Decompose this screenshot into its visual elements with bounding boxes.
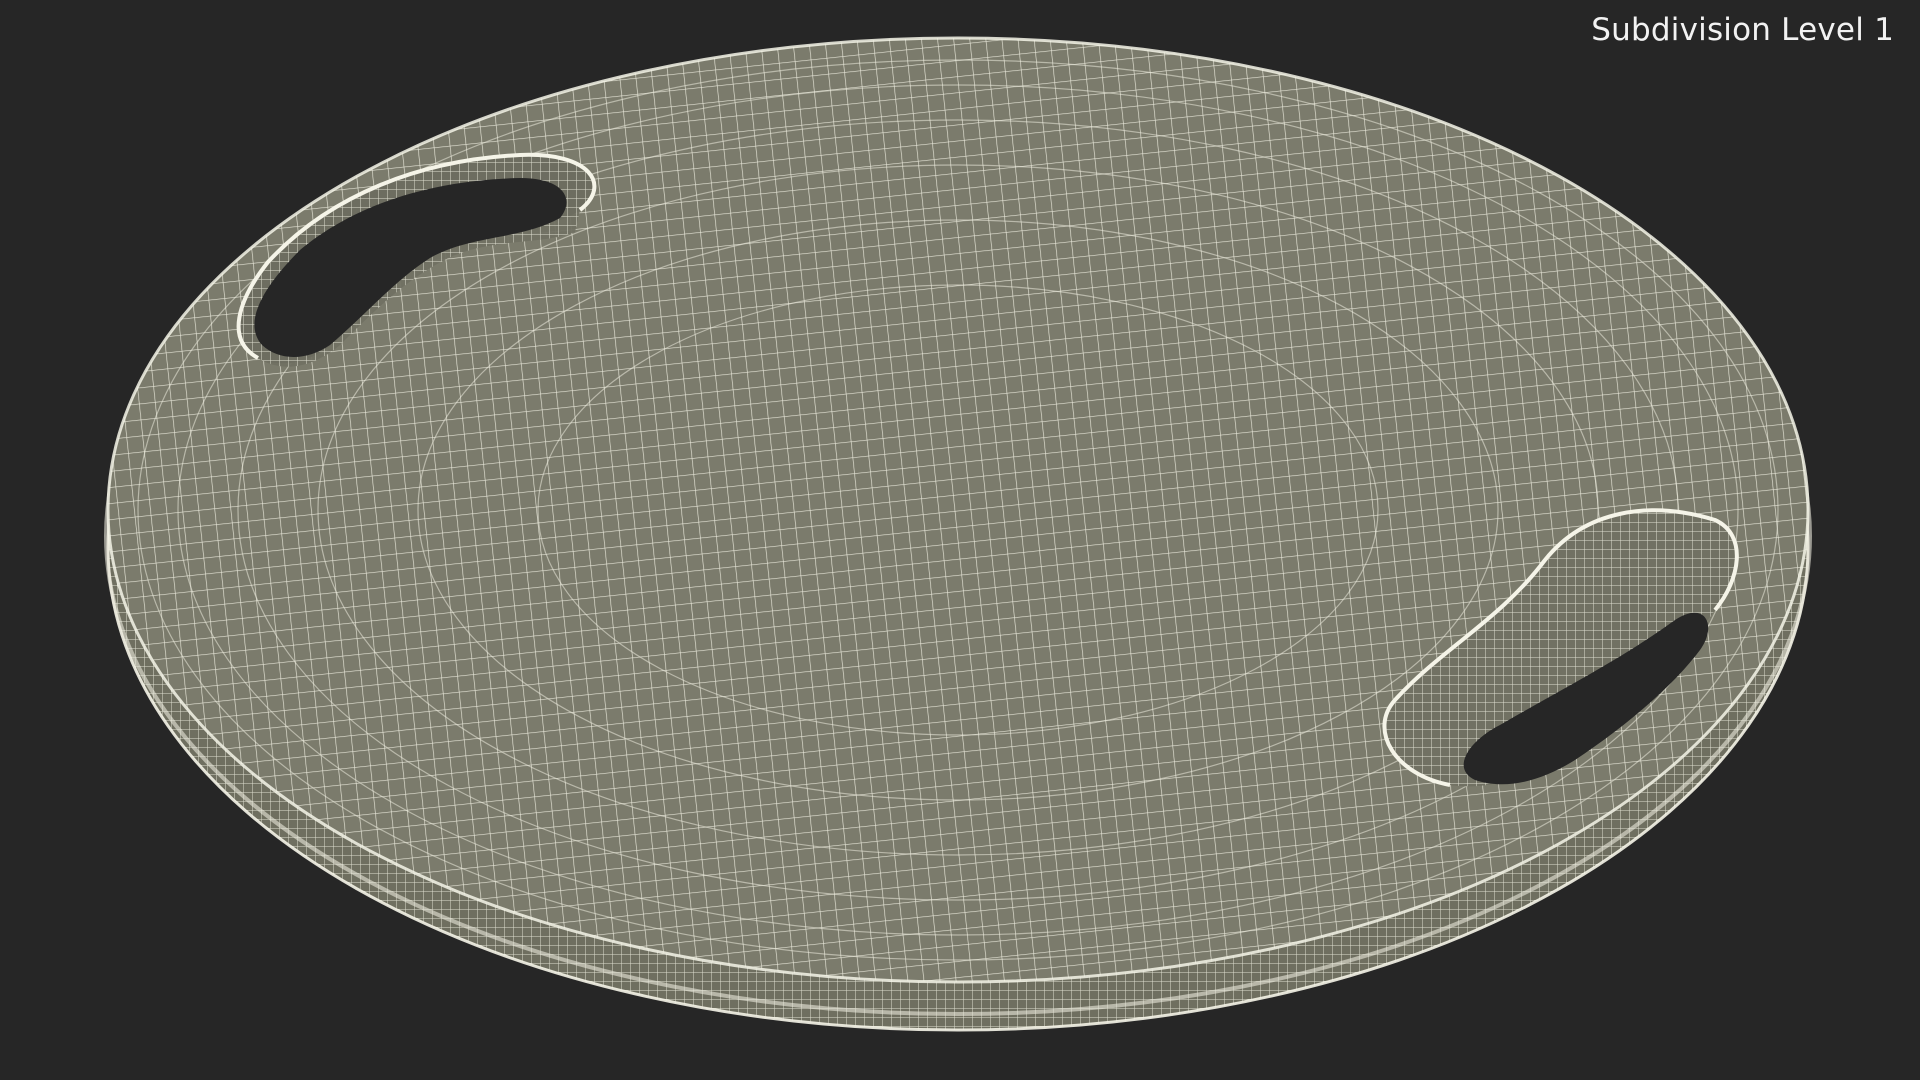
wireframe-render [104,36,1812,1032]
3d-viewport[interactable]: Subdivision Level 1 [0,0,1920,1080]
disc-top-surface [106,36,1810,984]
subdivision-level-label: Subdivision Level 1 [1591,12,1894,48]
